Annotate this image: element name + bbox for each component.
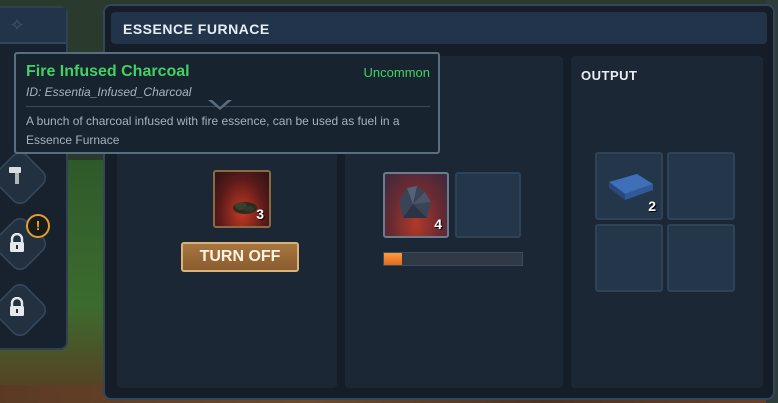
output-slot-empty[interactable]: [667, 152, 735, 220]
output-slot-empty[interactable]: [667, 224, 735, 292]
smelt-progress-bar: [383, 252, 523, 266]
input-slot-empty[interactable]: [455, 172, 521, 238]
lock-icon: [2, 292, 32, 322]
output-section: OUTPUT 2: [571, 56, 763, 388]
smelt-progress-fill: [384, 253, 402, 265]
tooltip-item-id: ID: Essentia_Infused_Charcoal: [26, 85, 192, 99]
hammer-icon: [2, 160, 32, 190]
side-header: ✧: [0, 8, 66, 44]
window-title: ESSENCE FURNACE: [123, 21, 270, 37]
alert-icon: !: [26, 214, 50, 238]
fuel-quantity: 3: [256, 206, 264, 222]
ornament-icon: ✧: [9, 15, 25, 35]
tooltip-rarity: Uncommon: [363, 65, 430, 80]
output-slot[interactable]: 2: [595, 152, 663, 220]
input-quantity: 4: [434, 216, 442, 232]
tooltip-pointer-inner: [210, 98, 230, 107]
output-quantity: 2: [648, 198, 656, 214]
title-bar: ESSENCE FURNACE: [111, 12, 767, 44]
fuel-slot[interactable]: 3: [213, 170, 271, 228]
tooltip-item-name: Fire Infused Charcoal: [26, 63, 190, 80]
output-label: OUTPUT: [581, 68, 638, 83]
tooltip-description: A bunch of charcoal infused with fire es…: [26, 114, 400, 147]
turn-off-button[interactable]: TURN OFF: [181, 242, 299, 272]
output-slot-empty[interactable]: [595, 224, 663, 292]
input-slot[interactable]: 4: [383, 172, 449, 238]
